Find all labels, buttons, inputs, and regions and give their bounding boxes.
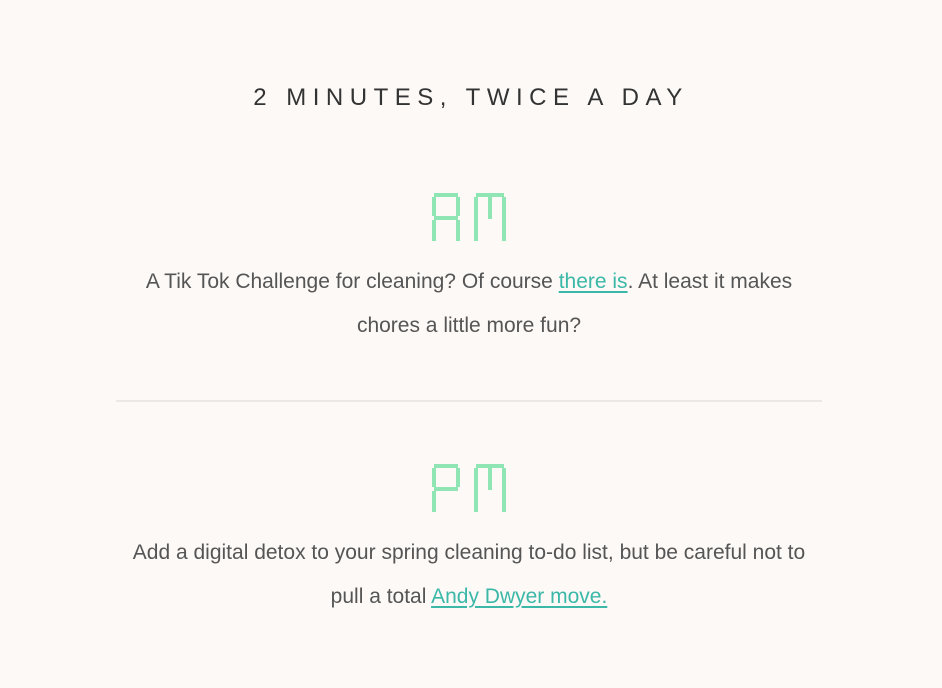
- pm-section: Add a digital detox to your spring clean…: [116, 461, 822, 619]
- section-divider: [116, 400, 822, 402]
- andy-dwyer-link[interactable]: Andy Dwyer move.: [431, 585, 607, 608]
- am-section: A Tik Tok Challenge for cleaning? Of cou…: [116, 190, 822, 348]
- pm-digital-clock-label: [432, 464, 506, 512]
- pm-description: Add a digital detox to your spring clean…: [116, 531, 822, 619]
- there-is-link[interactable]: there is: [559, 270, 628, 293]
- am-text-before: A Tik Tok Challenge for cleaning? Of cou…: [145, 270, 559, 293]
- am-description: A Tik Tok Challenge for cleaning? Of cou…: [116, 260, 822, 348]
- am-digital-clock-label: [432, 193, 506, 241]
- section-heading: 2 MINUTES, TWICE A DAY: [253, 84, 689, 111]
